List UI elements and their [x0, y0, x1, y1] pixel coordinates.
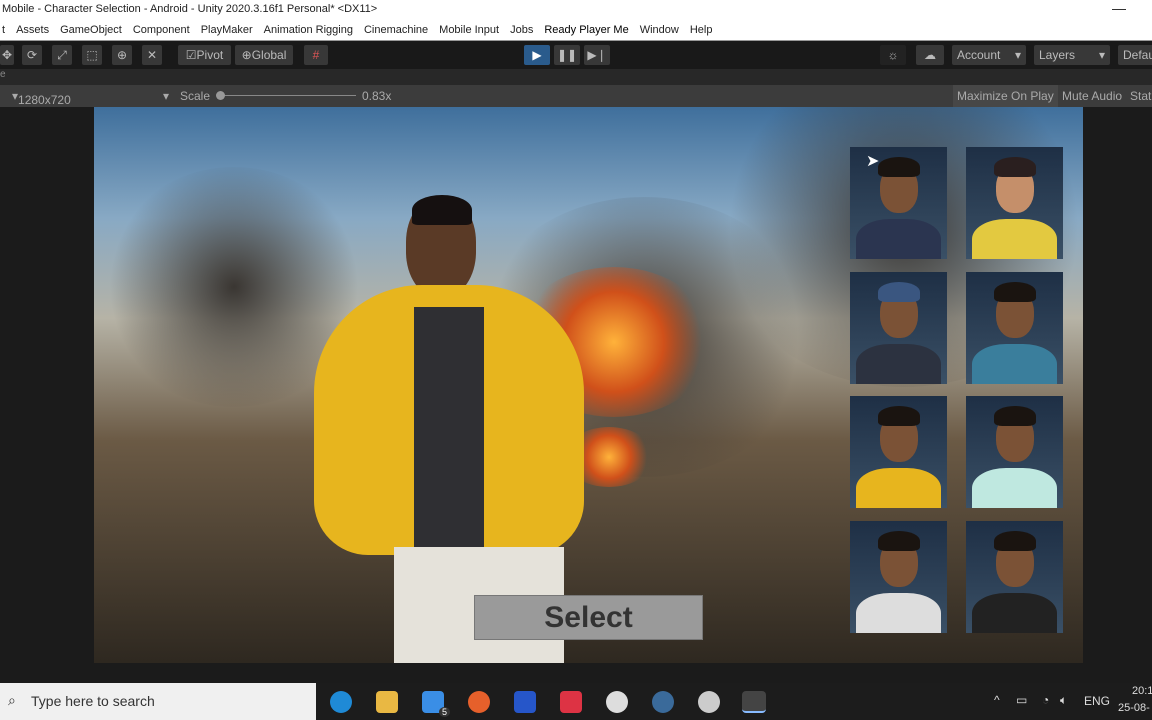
menu-help[interactable]: Help — [690, 24, 713, 40]
game-view[interactable]: Select ➤ — [0, 107, 1152, 683]
tray-chevron-up-icon[interactable]: ^ — [994, 693, 1000, 707]
game-view-bar: ▾ 1280x720 Landscape ▾ Scale 0.83x Maxim… — [0, 85, 1152, 121]
rect-tool-icon[interactable]: ⬚ — [82, 45, 102, 65]
pivot-icon: ☑ — [185, 48, 197, 62]
game-tab-row: e — [0, 69, 1152, 85]
cloud-icon[interactable]: ☁ — [916, 45, 944, 65]
layout-dropdown[interactable]: Defau — [1118, 45, 1152, 65]
resolution-dropdown[interactable]: ▾ 1280x720 Landscape — [12, 89, 77, 121]
window-title: Mobile - Character Selection - Android -… — [2, 3, 378, 15]
firefox-icon[interactable] — [468, 691, 490, 713]
layers-label: Layers — [1039, 48, 1076, 62]
step-button[interactable]: ▶❘ — [584, 45, 610, 65]
app-icon[interactable] — [560, 691, 582, 713]
account-label: Account — [957, 48, 1001, 62]
transform-tool-icon[interactable]: ⊕ — [112, 45, 132, 65]
toolbar: ✥ ⟳ ⤢ ⬚ ⊕ ✕ ☑ Pivot ⊕ Global # ▶ ❚❚ ▶❘ ☼ ☁… — [0, 41, 1152, 69]
layers-dropdown[interactable]: Layers ▾ — [1034, 45, 1110, 65]
character-thumb-2[interactable] — [966, 147, 1063, 259]
unreal-icon[interactable] — [606, 691, 628, 713]
menu-component[interactable]: Component — [133, 24, 190, 40]
globe-app-icon[interactable] — [652, 691, 674, 713]
tab-label[interactable]: e — [0, 69, 6, 80]
menu-bar: t Assets GameObject Component PlayMaker … — [0, 20, 1152, 41]
character-thumb-3[interactable] — [850, 272, 947, 384]
mail-icon[interactable]: 5 — [422, 691, 450, 717]
taskbar-search-box[interactable]: ⌕ Type here to search — [0, 683, 316, 720]
unity-hub-icon[interactable] — [698, 691, 720, 713]
minimize-button[interactable]: — — [1112, 0, 1126, 16]
volume-icon[interactable]: 🔈︎ — [1060, 693, 1067, 708]
unity-editor-icon[interactable] — [742, 691, 766, 713]
stats-toggle[interactable]: Stat — [1130, 89, 1151, 103]
title-bar: Mobile - Character Selection - Android -… — [0, 0, 1152, 20]
character-thumb-7[interactable] — [850, 521, 947, 633]
account-dropdown[interactable]: Account ▾ — [952, 45, 1026, 65]
maximize-on-play-toggle[interactable]: Maximize On Play — [953, 85, 1058, 107]
menu-cinemachine[interactable]: Cinemachine — [364, 24, 428, 40]
menu-gameobject[interactable]: GameObject — [60, 24, 122, 40]
wifi-icon[interactable]: ◔ — [1042, 693, 1049, 707]
scale-value: 0.83x — [362, 89, 392, 103]
menu-item[interactable]: t — [2, 24, 5, 40]
select-button[interactable]: Select — [474, 595, 703, 640]
windows-taskbar: ⌕ Type here to search 5 ^ ▭ ◔ 🔈︎ ENG 20:1… — [0, 683, 1152, 720]
global-toggle[interactable]: ⊕ Global — [235, 45, 293, 65]
layout-label: Defau — [1123, 48, 1152, 62]
menu-window[interactable]: Window — [640, 24, 679, 40]
search-placeholder: Type here to search — [31, 693, 155, 709]
globe-icon: ⊕ — [241, 48, 252, 62]
clock-date[interactable]: 25-08- — [1118, 702, 1150, 714]
character-thumb-5[interactable] — [850, 396, 947, 508]
chevron-down-icon: ▾ — [1098, 48, 1105, 62]
scale-tool-icon[interactable]: ⤢ — [52, 45, 72, 65]
rotate-tool-icon[interactable]: ⟳ — [22, 45, 42, 65]
pause-button[interactable]: ❚❚ — [554, 45, 580, 65]
scale-label: Scale — [180, 89, 211, 103]
scale-slider-handle[interactable] — [216, 91, 225, 100]
move-tool-icon[interactable]: ✥ — [0, 45, 14, 65]
snap-icon[interactable]: # — [304, 45, 328, 65]
app-f-icon[interactable] — [514, 691, 536, 713]
menu-animation-rigging[interactable]: Animation Rigging — [264, 24, 353, 40]
light-icon[interactable]: ☼ — [880, 45, 906, 65]
battery-icon[interactable]: ▭ — [1016, 693, 1027, 707]
pivot-toggle[interactable]: ☑ Pivot — [178, 45, 231, 65]
edge-icon[interactable] — [330, 691, 352, 713]
global-label: Global — [251, 48, 287, 62]
file-explorer-icon[interactable] — [376, 691, 398, 713]
custom-tool-icon[interactable]: ✕ — [142, 45, 162, 65]
character-thumb-8[interactable] — [966, 521, 1063, 633]
clock-time[interactable]: 20:1 — [1132, 685, 1152, 697]
chevron-down-icon[interactable]: ▾ — [163, 89, 169, 103]
menu-jobs[interactable]: Jobs — [510, 24, 533, 40]
character-thumb-6[interactable] — [966, 396, 1063, 508]
mail-badge: 5 — [438, 707, 450, 717]
search-icon: ⌕ — [8, 692, 16, 708]
menu-ready-player-me[interactable]: Ready Player Me — [544, 24, 628, 40]
character-thumb-1[interactable] — [850, 147, 947, 259]
pivot-label: Pivot — [196, 48, 224, 62]
language-indicator[interactable]: ENG — [1084, 694, 1110, 708]
mouse-cursor-icon: ➤ — [866, 153, 880, 170]
menu-assets[interactable]: Assets — [16, 24, 49, 40]
play-button[interactable]: ▶ — [524, 45, 550, 65]
mute-audio-toggle[interactable]: Mute Audio — [1062, 89, 1122, 103]
scale-slider-track[interactable] — [220, 95, 356, 96]
character-thumb-4[interactable] — [966, 272, 1063, 384]
chevron-down-icon: ▾ — [1014, 48, 1021, 62]
menu-mobile-input[interactable]: Mobile Input — [439, 24, 499, 40]
menu-playmaker[interactable]: PlayMaker — [201, 24, 253, 40]
